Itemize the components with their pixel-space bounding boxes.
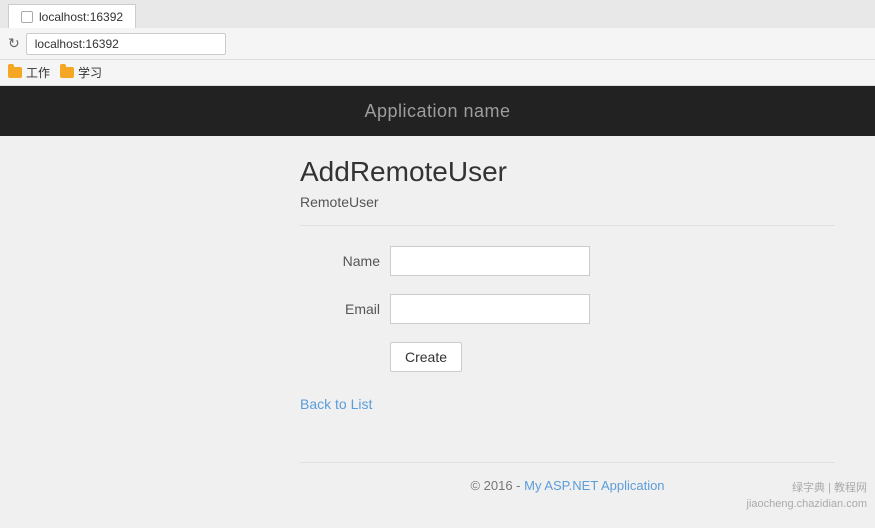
folder-icon-2	[60, 67, 74, 78]
footer-link[interactable]: My ASP.NET Application	[524, 478, 664, 493]
watermark-line2: jiaocheng.chazidian.com	[747, 497, 867, 512]
bookmark-study-label: 学习	[78, 64, 102, 81]
refresh-icon[interactable]: ↻	[8, 35, 20, 52]
footer-copyright: © 2016 -	[470, 478, 524, 493]
page-heading: AddRemoteUser	[300, 156, 835, 188]
bookmarks-bar: 工作 学习	[0, 60, 875, 86]
address-bar: ↻	[0, 28, 875, 60]
watermark: 绿字典 | 教程网 jiaocheng.chazidian.com	[747, 481, 867, 512]
browser-window: localhost:16392 ↻ 工作 学习 Application name…	[0, 0, 875, 528]
add-remote-user-form: Name Email Create Back to List	[300, 246, 835, 412]
create-button[interactable]: Create	[390, 342, 462, 372]
watermark-line1: 绿字典 | 教程网	[747, 481, 867, 496]
folder-icon	[8, 67, 22, 78]
email-label: Email	[300, 301, 380, 317]
name-label: Name	[300, 253, 380, 269]
tab-bar: localhost:16392	[0, 0, 875, 28]
email-form-group: Email	[300, 294, 835, 324]
tab-favicon	[21, 11, 33, 23]
app-navbar: Application name	[0, 86, 875, 136]
name-input[interactable]	[390, 246, 590, 276]
name-form-group: Name	[300, 246, 835, 276]
main-content: AddRemoteUser RemoteUser Name Email Crea…	[0, 136, 875, 528]
bookmark-study[interactable]: 学习	[60, 64, 102, 81]
browser-tab[interactable]: localhost:16392	[8, 4, 136, 28]
submit-row: Create	[390, 342, 835, 372]
back-link-container: Back to List	[300, 392, 835, 412]
page-subtitle: RemoteUser	[300, 194, 835, 226]
app-title: Application name	[364, 101, 510, 122]
bookmark-work[interactable]: 工作	[8, 64, 50, 81]
back-to-list-link[interactable]: Back to List	[300, 396, 372, 412]
bookmark-work-label: 工作	[26, 64, 50, 81]
address-input[interactable]	[26, 33, 226, 55]
tab-title: localhost:16392	[39, 10, 123, 24]
email-input[interactable]	[390, 294, 590, 324]
